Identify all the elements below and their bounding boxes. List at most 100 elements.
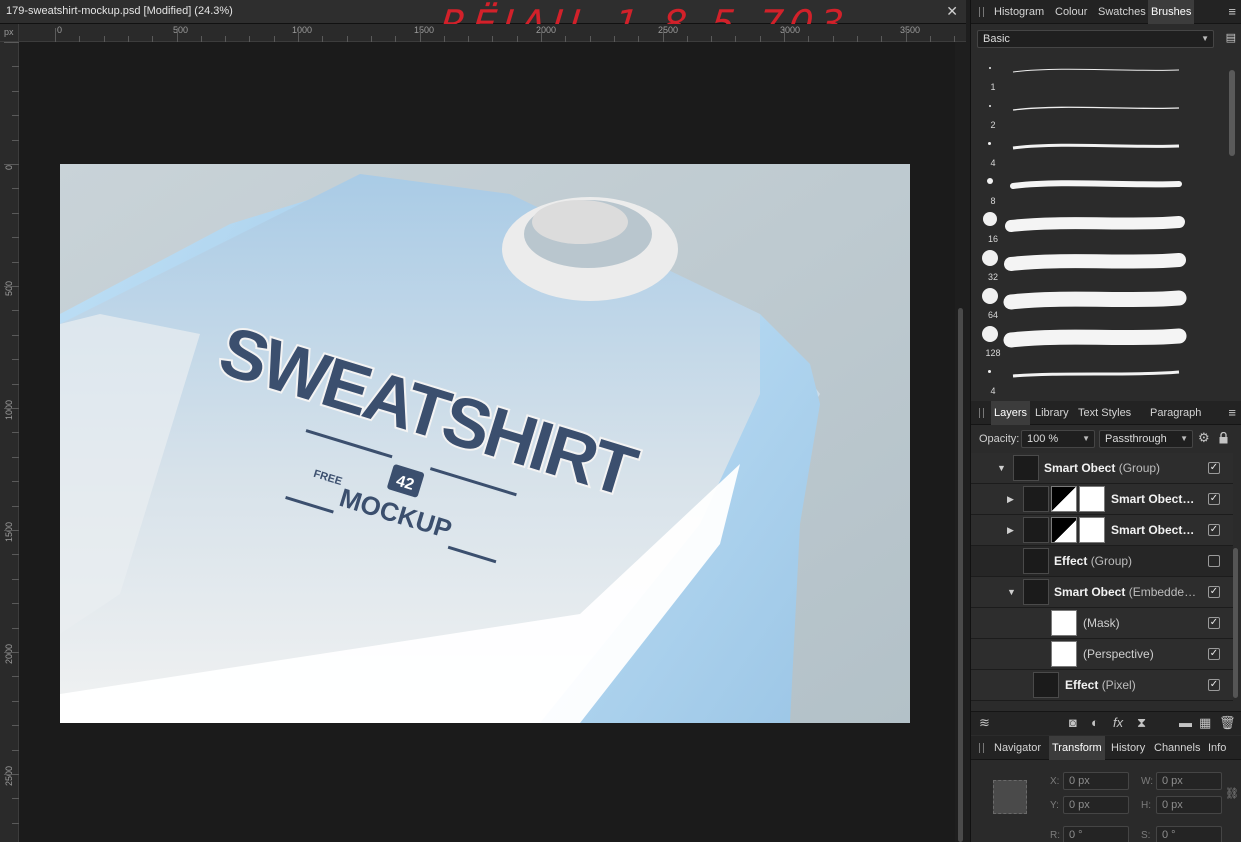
vertical-ruler[interactable]: 0 500 1000 1500 2000 2500: [0, 42, 19, 842]
ruler-corner[interactable]: px: [0, 24, 19, 42]
link-icon[interactable]: ⛓: [1225, 787, 1239, 800]
layer-row[interactable]: ▶ Smart Obect… ✓: [971, 484, 1233, 515]
expand-down-icon[interactable]: ▼: [1007, 587, 1016, 597]
layer-visibility-checkbox[interactable]: ✓: [1208, 493, 1220, 505]
brush-item[interactable]: 1: [971, 58, 1227, 96]
brush-item[interactable]: 4: [971, 134, 1227, 172]
brush-item[interactable]: 4: [971, 362, 1227, 398]
layer-row[interactable]: Effect (Group): [971, 546, 1233, 577]
brush-category-value: Basic: [983, 33, 1010, 45]
shear-field[interactable]: 0 °: [1156, 826, 1222, 842]
tab-paragraph[interactable]: Paragraph: [1147, 401, 1204, 425]
blend-mode-select[interactable]: Passthrough ▼: [1099, 430, 1193, 448]
layer-row[interactable]: ▶ Smart Obect… ✓: [971, 515, 1233, 546]
layer-row[interactable]: ▼ Smart Obect (Embedde… ✓: [971, 577, 1233, 608]
tab-channels[interactable]: Channels: [1151, 736, 1203, 760]
x-field[interactable]: 0 px: [1063, 772, 1129, 790]
mask-layer-icon[interactable]: ◙: [1069, 716, 1077, 730]
ruler-tick: [492, 36, 494, 42]
brush-item[interactable]: 64: [971, 286, 1227, 324]
h-field[interactable]: 0 px: [1156, 796, 1222, 814]
ruler-label: 3500: [900, 25, 921, 35]
tab-colour[interactable]: Colour: [1052, 0, 1090, 24]
trash-icon[interactable]: 🗑: [1219, 716, 1236, 730]
brush-category-select[interactable]: Basic ▼: [977, 30, 1214, 48]
tab-navigator[interactable]: Navigator: [991, 736, 1044, 760]
tab-text-styles[interactable]: Text Styles: [1075, 401, 1134, 425]
adjustment-icon[interactable]: ◐: [1091, 716, 1099, 730]
ruler-unit: px: [4, 27, 14, 37]
expand-down-icon[interactable]: ▼: [997, 463, 1006, 473]
layer-row[interactable]: (Mask) ✓: [971, 608, 1233, 639]
ruler-tick: [200, 36, 202, 42]
brush-item[interactable]: 16: [971, 210, 1227, 248]
folder-icon[interactable]: ▬: [1179, 716, 1192, 730]
mask-thumbnail: [1051, 486, 1077, 512]
tab-swatches[interactable]: Swatches: [1095, 0, 1149, 24]
brush-item[interactable]: 128: [971, 324, 1227, 362]
layer-visibility-checkbox[interactable]: ✓: [1208, 462, 1220, 474]
layer-list-scrollbar[interactable]: [1233, 548, 1238, 698]
layer-visibility-checkbox[interactable]: ✓: [1208, 586, 1220, 598]
brush-tip-icon: [983, 212, 997, 226]
grip-icon[interactable]: [979, 743, 984, 753]
fx-icon[interactable]: fx: [1113, 716, 1123, 730]
layer-row[interactable]: Effect (Pixel) ✓: [971, 670, 1233, 701]
layer-row[interactable]: (Perspective) ✓: [971, 639, 1233, 670]
tab-transform[interactable]: Transform: [1049, 736, 1105, 760]
expand-right-icon[interactable]: ▶: [1007, 525, 1014, 536]
expand-right-icon[interactable]: ▶: [1007, 494, 1014, 505]
brush-item[interactable]: 32: [971, 248, 1227, 286]
ruler-tick: [735, 36, 737, 42]
panel-menu-icon[interactable]: ≡: [1228, 406, 1236, 419]
layer-visibility-checkbox[interactable]: ✓: [1208, 648, 1220, 660]
tab-info[interactable]: Info: [1205, 736, 1229, 760]
pixel-layer-icon[interactable]: ▦: [1199, 716, 1211, 730]
mask-thumbnail: [1079, 486, 1105, 512]
horizontal-ruler[interactable]: 0 500 1000 1500 2000 2500 3000 3500: [19, 24, 966, 42]
opacity-select[interactable]: 100 % ▼: [1021, 430, 1095, 448]
layer-visibility-checkbox[interactable]: [1208, 555, 1220, 567]
close-icon[interactable]: ✕: [946, 3, 958, 19]
rotation-field[interactable]: 0 °: [1063, 826, 1129, 842]
anchor-selector[interactable]: [993, 780, 1027, 814]
scrollbar-thumb[interactable]: [958, 308, 963, 842]
layer-row[interactable]: ▼ Smart Obect (Group) ✓: [971, 453, 1233, 484]
brush-list-scrollbar[interactable]: [1229, 70, 1235, 156]
gear-icon[interactable]: ⚙: [1198, 431, 1210, 445]
tab-layers[interactable]: Layers: [991, 401, 1031, 425]
lock-icon[interactable]: [1219, 431, 1228, 444]
layer-thumbnail: [1023, 548, 1049, 574]
layer-name: Smart Obect (Group): [1044, 461, 1161, 475]
tab-histogram[interactable]: Histogram: [991, 0, 1047, 24]
ruler-tick: [4, 652, 19, 653]
document-canvas[interactable]: SWEATSHIRT 42 FREE MOCKUP: [60, 164, 910, 723]
ruler-tick: [12, 456, 19, 458]
brush-item[interactable]: 8: [971, 172, 1227, 210]
document-vertical-scrollbar[interactable]: [955, 42, 966, 842]
tab-library[interactable]: Library: [1032, 401, 1072, 425]
layer-thumbnail: [1023, 579, 1049, 605]
brush-size: 4: [990, 158, 996, 168]
ruler-tick: [12, 505, 19, 507]
document-tab[interactable]: 179-sweatshirt-mockup.psd [Modified] (24…: [0, 0, 966, 24]
brush-item[interactable]: 2: [971, 96, 1227, 134]
ruler-label: 0: [57, 25, 63, 35]
w-field[interactable]: 0 px: [1156, 772, 1222, 790]
brush-size: 16: [987, 234, 998, 244]
tab-history[interactable]: History: [1108, 736, 1148, 760]
ruler-tick: [12, 676, 19, 678]
tab-brushes[interactable]: Brushes: [1148, 0, 1195, 24]
brush-options-icon[interactable]: ▤: [1226, 32, 1236, 45]
ruler-tick: [12, 237, 19, 239]
brush-tip-icon: [989, 105, 991, 107]
grip-icon[interactable]: [979, 7, 984, 17]
grip-icon[interactable]: [979, 408, 984, 418]
layer-stack-icon[interactable]: ≋: [979, 716, 990, 730]
layer-visibility-checkbox[interactable]: ✓: [1208, 679, 1220, 691]
layer-visibility-checkbox[interactable]: ✓: [1208, 524, 1220, 536]
y-field[interactable]: 0 px: [1063, 796, 1129, 814]
layer-visibility-checkbox[interactable]: ✓: [1208, 617, 1220, 629]
panel-menu-icon[interactable]: ≡: [1228, 5, 1236, 18]
live-filter-icon[interactable]: ⧗: [1137, 716, 1146, 730]
